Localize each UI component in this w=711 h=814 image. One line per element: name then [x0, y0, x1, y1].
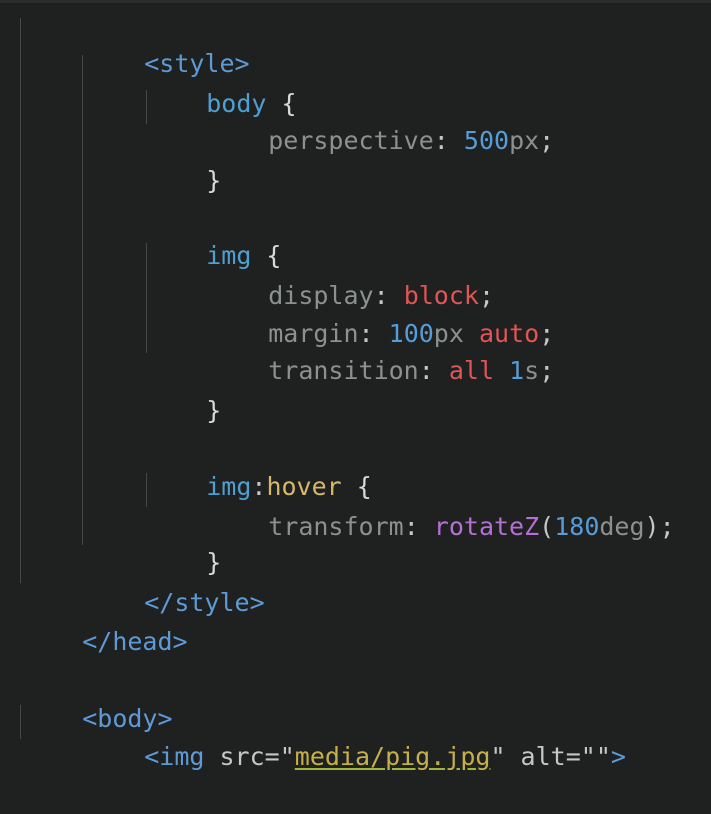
semicolon: ; — [539, 126, 555, 155]
indent-guide — [20, 705, 21, 739]
css-property: perspective — [268, 126, 434, 155]
paren: ( — [539, 512, 555, 541]
code-line: img:hover { — [146, 430, 372, 501]
code-line: } — [146, 506, 221, 577]
unit: px — [509, 126, 540, 155]
css-property: transform — [268, 512, 404, 541]
code-line: perspective: 500px; — [208, 84, 554, 155]
empty-string: "" — [580, 742, 611, 771]
tag-close: > — [610, 742, 626, 771]
code-line: display: block; — [208, 239, 494, 310]
head-close-tag: </head> — [82, 627, 188, 656]
code-line: <body> — [22, 662, 172, 733]
css-function: rotateZ — [433, 512, 540, 541]
code-editor[interactable]: <style> body { perspective: 500px; } img… — [0, 0, 711, 771]
attribute: src= — [204, 742, 280, 771]
number: 500 — [463, 126, 510, 155]
code-line: transform: rotateZ(180deg); — [208, 470, 674, 541]
img-tag: <img — [144, 742, 205, 771]
code-line: transition: all 1s; — [208, 314, 554, 385]
quote: " — [490, 742, 506, 771]
number: 180 — [554, 512, 600, 541]
code-line: <img src="media/pig.jpg" alt=""> — [84, 700, 626, 771]
file-path-link[interactable]: media/pig.jpg — [295, 742, 491, 771]
colon: : — [403, 512, 434, 541]
paren: ); — [644, 512, 675, 541]
code-line: </style> — [84, 546, 264, 617]
code-line: img { — [146, 199, 281, 270]
code-line: } — [146, 124, 221, 195]
code-line: <style> — [84, 7, 249, 78]
keyword: all — [448, 356, 494, 385]
unit: s — [524, 356, 540, 385]
indent-guide — [20, 18, 21, 583]
code-line: margin: 100px auto; — [208, 277, 554, 348]
brace: } — [206, 396, 222, 425]
code-line: body { — [146, 47, 296, 118]
code-line: } — [146, 354, 221, 425]
colon: : — [433, 126, 464, 155]
code-line: </head> — [22, 585, 187, 656]
brace: } — [206, 166, 222, 195]
editor-top-edge — [0, 0, 711, 3]
indent-guide — [82, 55, 83, 545]
attribute: alt= — [505, 742, 581, 771]
quote: " — [279, 742, 295, 771]
number: 1 — [509, 356, 525, 385]
unit: deg — [599, 512, 645, 541]
semicolon: ; — [539, 356, 555, 385]
css-property: transition — [268, 356, 419, 385]
colon: : — [418, 356, 449, 385]
